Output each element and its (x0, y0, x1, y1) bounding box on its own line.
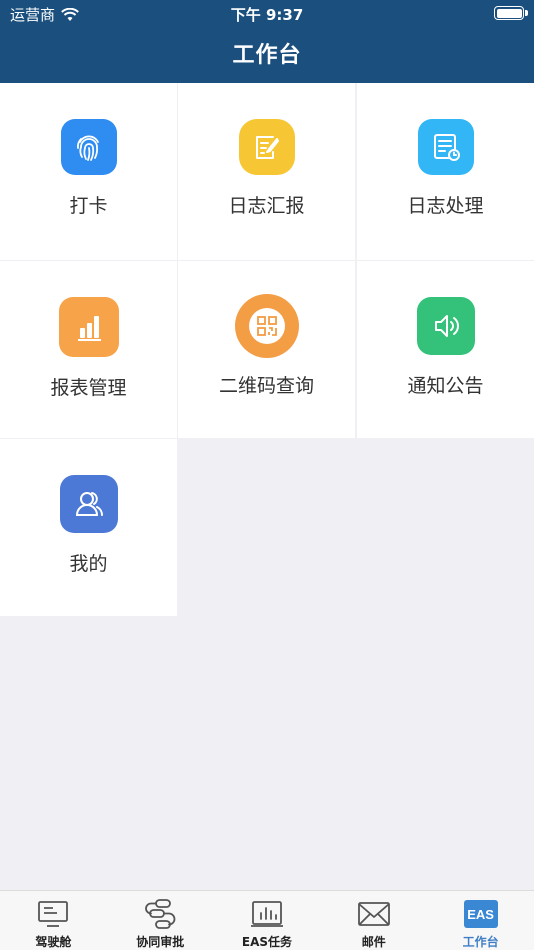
speaker-icon (416, 297, 475, 355)
eas-icon: EAS (463, 898, 498, 930)
fingerprint-icon (60, 119, 117, 175)
grid-item-log-report[interactable]: 日志汇报 (178, 83, 355, 260)
tab-label: 协同审批 (136, 935, 185, 949)
page-title: 工作台 (232, 43, 302, 68)
bottom-tab-bar: 驾驶舱 协同审批 EAS任务 邮件 EAS 工作台 (0, 890, 534, 950)
grid-item-label: 二维码查询 (218, 375, 314, 397)
grid-item-label: 通知公告 (407, 375, 484, 397)
grid-item-log-process[interactable]: 日志处理 (357, 83, 534, 260)
grid-item-label: 打卡 (69, 195, 108, 217)
qr-code-icon (234, 294, 299, 358)
tab-mail[interactable]: 邮件 (320, 891, 427, 950)
battery-icon (494, 6, 528, 20)
tab-cockpit[interactable]: 驾驶舱 (0, 891, 107, 950)
grid-item-label: 日志处理 (407, 195, 484, 217)
tab-label: 驾驶舱 (35, 935, 72, 949)
tab-label: EAS任务 (241, 935, 293, 949)
grid-item-label: 我的 (69, 553, 108, 575)
workbench-grid: 打卡 日志汇报 日志处理 报表管理 二维码查询 通知公告 我的 (0, 83, 534, 617)
grid-item-clock-in[interactable]: 打卡 (0, 83, 177, 260)
tab-eas-tasks[interactable]: EAS任务 (214, 891, 321, 950)
grid-item-qr-query[interactable]: 二维码查询 (178, 261, 355, 438)
eas-badge: EAS (463, 900, 498, 928)
status-time: 下午 9:37 (230, 6, 304, 24)
chart-board-icon (250, 898, 284, 930)
mail-icon (357, 898, 391, 930)
bar-chart-icon (58, 297, 119, 357)
monitor-icon (36, 898, 70, 930)
grid-item-report-manage[interactable]: 报表管理 (0, 261, 177, 438)
tab-workbench[interactable]: EAS 工作台 (427, 891, 534, 950)
grid-item-label: 日志汇报 (228, 195, 305, 217)
tab-label: 工作台 (462, 935, 499, 949)
flow-icon (143, 898, 177, 930)
tab-label: 邮件 (361, 935, 386, 949)
grid-item-mine[interactable]: 我的 (0, 439, 177, 616)
app-header: 运营商 下午 9:37 工作台 (0, 0, 534, 83)
note-edit-icon (238, 119, 295, 175)
tab-approval[interactable]: 协同审批 (107, 891, 214, 950)
doc-clock-icon (417, 119, 474, 175)
grid-item-label: 报表管理 (50, 377, 127, 399)
grid-item-notice[interactable]: 通知公告 (357, 261, 534, 438)
users-icon (59, 475, 118, 533)
